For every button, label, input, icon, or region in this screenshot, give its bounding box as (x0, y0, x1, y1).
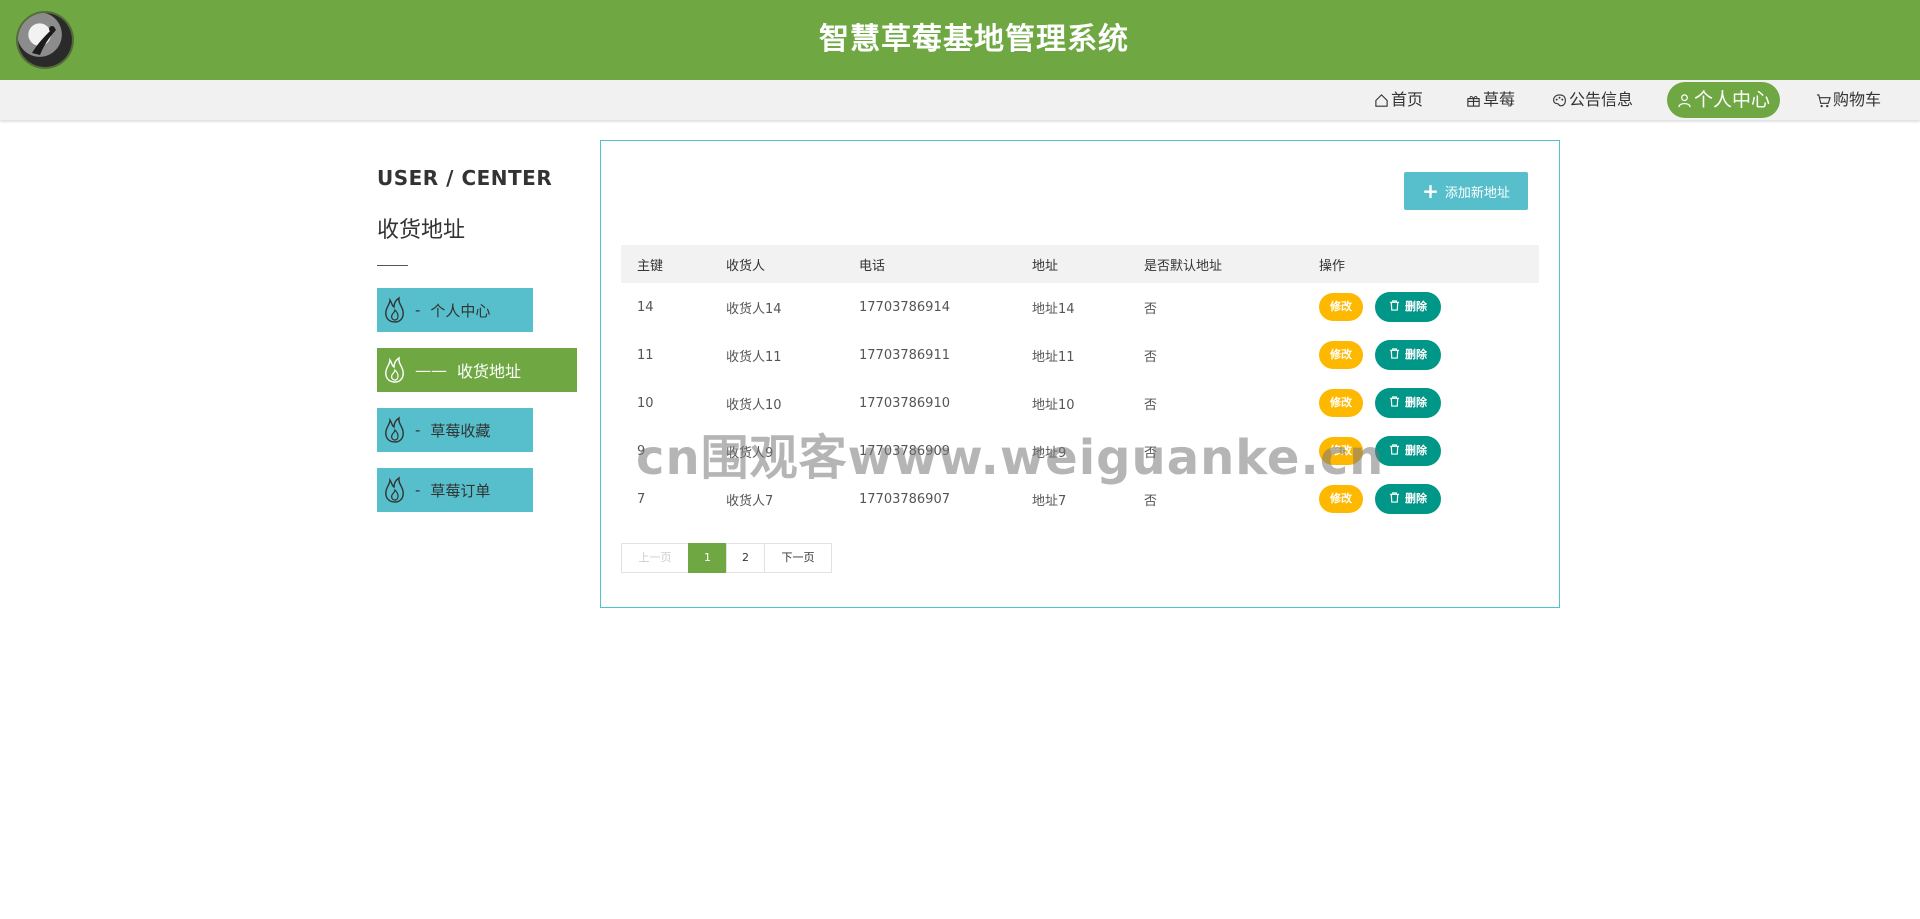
cell-actions: 修改 删除 (1303, 331, 1539, 379)
main-nav: 首页 草莓 公告信息 个人中心 购物车 (0, 80, 1920, 120)
sidebar-eng-title: USER / CENTER (377, 166, 553, 190)
cell-name: 收货人14 (726, 301, 782, 317)
delete-button[interactable]: 删除 (1375, 388, 1441, 418)
sidebar-item-orders[interactable]: - 草莓订单 (377, 468, 533, 512)
delete-label: 删除 (1405, 348, 1427, 361)
table-header-row: 主键 收货人 电话 地址 是否默认地址 操作 (621, 245, 1539, 283)
cart-icon (1816, 93, 1831, 107)
nav-label: 公告信息 (1569, 90, 1634, 109)
flame-icon (385, 476, 404, 503)
delete-label: 删除 (1405, 444, 1427, 457)
cell-actions: 修改 删除 (1303, 283, 1539, 331)
home-icon (1375, 93, 1388, 107)
col-header-actions: 操作 (1303, 245, 1539, 283)
edit-button[interactable]: 修改 (1319, 389, 1363, 417)
site-title: 智慧草莓基地管理系统 (819, 22, 1129, 57)
next-page-button[interactable]: 下一页 (764, 543, 832, 573)
delete-button[interactable]: 删除 (1375, 436, 1441, 466)
divider (377, 265, 408, 266)
sidebar-title: 收货地址 (377, 218, 466, 243)
cell-name: 收货人11 (726, 349, 782, 365)
nav-item-notice[interactable]: 公告信息 (1552, 80, 1633, 120)
nav-item-home[interactable]: 首页 (1374, 80, 1423, 120)
trash-icon (1389, 396, 1400, 407)
plus-icon: + (1422, 179, 1439, 203)
flame-icon (385, 296, 404, 323)
sidebar-item-label: 个人中心 (430, 301, 491, 320)
sidebar-item-favorites[interactable]: - 草莓收藏 (377, 408, 533, 452)
trash-icon (1389, 492, 1400, 503)
delete-button[interactable]: 删除 (1375, 484, 1441, 514)
flame-icon (385, 356, 404, 383)
cell-address: 地址14 (1032, 301, 1075, 317)
watermark: cn围观客www.weiguanke.cn (636, 430, 1385, 486)
nav-item-user-center[interactable]: 个人中心 (1667, 82, 1781, 118)
cell-id: 11 (637, 347, 654, 363)
menu-dash: - (415, 481, 421, 499)
pagination: 上一页 1 2 下一页 (621, 543, 832, 573)
flame-icon (385, 416, 404, 443)
cell-id: 14 (637, 299, 654, 315)
col-header-default: 是否默认地址 (1128, 245, 1303, 283)
menu-dash: - (415, 301, 421, 319)
sidebar-item-label: 收货地址 (457, 362, 522, 381)
table-row: 14 收货人14 17703786914 地址14 否 修改 删除 (621, 283, 1539, 331)
delete-label: 删除 (1405, 300, 1427, 313)
nav-label: 购物车 (1833, 90, 1882, 109)
sidebar-item-label: 草莓收藏 (430, 421, 491, 440)
cell-default: 否 (1144, 349, 1158, 365)
cell-default: 否 (1144, 301, 1158, 317)
delete-label: 删除 (1405, 492, 1427, 505)
cell-phone: 17703786911 (859, 347, 950, 363)
add-address-label: 添加新地址 (1444, 185, 1510, 201)
col-header-name: 收货人 (710, 245, 843, 283)
menu-dash: —— (415, 360, 447, 380)
sidebar-item-label: 草莓订单 (430, 481, 491, 500)
edit-button[interactable]: 修改 (1319, 341, 1363, 369)
sidebar-item-address[interactable]: —— 收货地址 (377, 348, 577, 392)
gift-icon (1467, 95, 1480, 107)
nav-item-strawberry[interactable]: 草莓 (1466, 80, 1515, 120)
menu-dash: - (415, 421, 421, 439)
nav-item-cart[interactable]: 购物车 (1816, 80, 1881, 120)
cell-phone: 17703786914 (859, 299, 950, 315)
trash-icon (1389, 444, 1400, 455)
page-button-1[interactable]: 1 (688, 543, 727, 573)
palette-icon (1553, 93, 1566, 106)
user-icon (1678, 93, 1691, 107)
delete-button[interactable]: 删除 (1375, 340, 1441, 370)
col-header-id: 主键 (621, 245, 710, 283)
edit-button[interactable]: 修改 (1319, 485, 1363, 513)
trash-icon (1389, 348, 1400, 359)
sidebar-item-user-center[interactable]: - 个人中心 (377, 288, 533, 332)
top-header: 智慧草莓基地管理系统 (0, 0, 1920, 80)
trash-icon (1389, 300, 1400, 311)
table-row: 11 收货人11 17703786911 地址11 否 修改 删除 (621, 331, 1539, 379)
nav-label: 草莓 (1483, 90, 1516, 109)
add-address-button[interactable]: + 添加新地址 (1404, 172, 1528, 210)
prev-page-button[interactable]: 上一页 (621, 543, 689, 573)
delete-label: 删除 (1405, 396, 1427, 409)
col-header-phone: 电话 (843, 245, 1016, 283)
col-header-address: 地址 (1016, 245, 1128, 283)
page-button-2[interactable]: 2 (726, 543, 765, 573)
nav-label: 首页 (1391, 90, 1424, 109)
nav-label: 个人中心 (1694, 89, 1771, 111)
edit-button[interactable]: 修改 (1319, 293, 1363, 321)
cell-address: 地址11 (1032, 349, 1075, 365)
delete-button[interactable]: 删除 (1375, 292, 1441, 322)
